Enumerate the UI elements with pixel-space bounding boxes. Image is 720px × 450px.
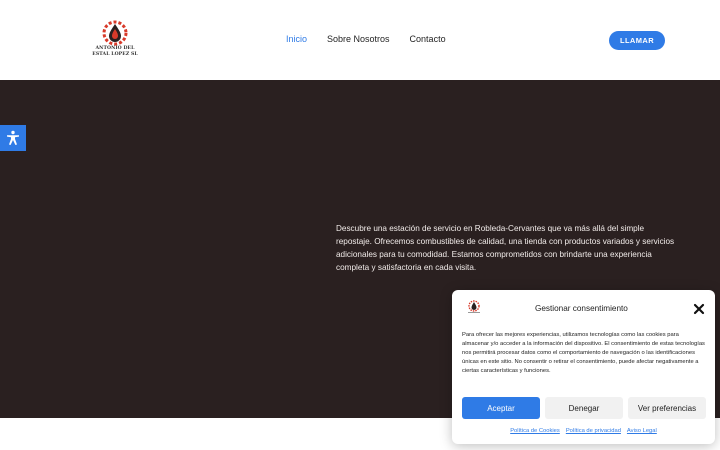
site-header: ANTONIO DEL ESTAL LOPEZ SL Inicio Sobre … [0,0,720,80]
consent-links: Política de Cookies Política de privacid… [452,428,715,434]
accept-button[interactable]: Aceptar [462,397,540,419]
privacy-policy-link[interactable]: Política de privacidad [566,428,621,434]
accessibility-button[interactable] [0,125,26,151]
accessibility-icon [7,130,19,145]
logo-text: ANTONIO DEL ESTAL LOPEZ SL [92,46,138,57]
call-button[interactable]: LLAMAR [609,31,665,50]
legal-notice-link[interactable]: Aviso Legal [627,428,657,434]
consent-body: Para ofrecer las mejores experiencias, u… [462,332,705,375]
site-logo[interactable]: ANTONIO DEL ESTAL LOPEZ SL [88,20,142,62]
close-icon[interactable] [692,302,706,316]
consent-logo-icon [468,300,480,313]
main-nav: Inicio Sobre Nosotros Contacto [286,34,466,44]
preferences-button[interactable]: Ver preferencias [628,397,706,419]
deny-button[interactable]: Denegar [545,397,623,419]
nav-item-sobre-nosotros[interactable]: Sobre Nosotros [327,34,390,44]
cookie-policy-link[interactable]: Política de Cookies [510,428,560,434]
cookie-consent-dialog: Gestionar consentimiento Para ofrecer la… [452,290,715,444]
logo-drop-gear-icon [102,20,128,46]
nav-item-inicio[interactable]: Inicio [286,34,307,44]
nav-item-contacto[interactable]: Contacto [410,34,446,44]
consent-title: Gestionar consentimiento [535,304,628,313]
hero-description: Descubre una estación de servicio en Rob… [336,224,675,272]
